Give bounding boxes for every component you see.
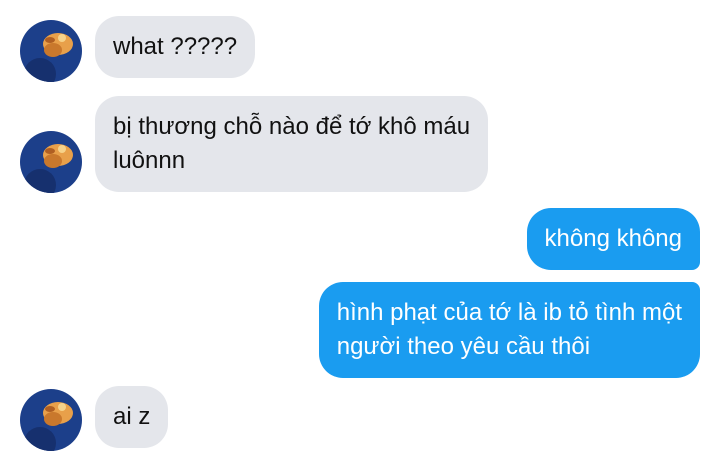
message-text-line-2: người theo yêu cầu thôi bbox=[336, 333, 591, 360]
avatar-image bbox=[20, 20, 82, 82]
message-text: what ????? bbox=[113, 33, 238, 60]
message-text-line-2: luônnn bbox=[113, 147, 186, 174]
contact-avatar[interactable] bbox=[20, 389, 82, 451]
avatar-image bbox=[20, 389, 82, 451]
contact-avatar[interactable] bbox=[20, 131, 82, 193]
message-text-line-1: hình phạt của tớ là ib tỏ tình một bbox=[336, 299, 682, 326]
message-bubble[interactable]: hình phạt của tớ là ib tỏ tình một người… bbox=[318, 282, 700, 378]
avatar-image bbox=[20, 131, 82, 193]
message-text: ai z bbox=[113, 403, 151, 430]
chat-screen: { "colors": { "incoming_bubble": "#e4e6e… bbox=[0, 0, 720, 459]
contact-avatar[interactable] bbox=[20, 20, 82, 82]
message-text-line-1: bị thương chỗ nào để tớ khô máu bbox=[113, 113, 471, 140]
message-text: không không bbox=[544, 225, 682, 252]
message-bubble[interactable]: bị thương chỗ nào để tớ khô máu luônnn bbox=[95, 96, 489, 192]
message-bubble[interactable]: không không bbox=[526, 208, 700, 270]
message-bubble[interactable]: ai z bbox=[95, 386, 169, 448]
message-bubble[interactable]: what ????? bbox=[95, 16, 256, 78]
